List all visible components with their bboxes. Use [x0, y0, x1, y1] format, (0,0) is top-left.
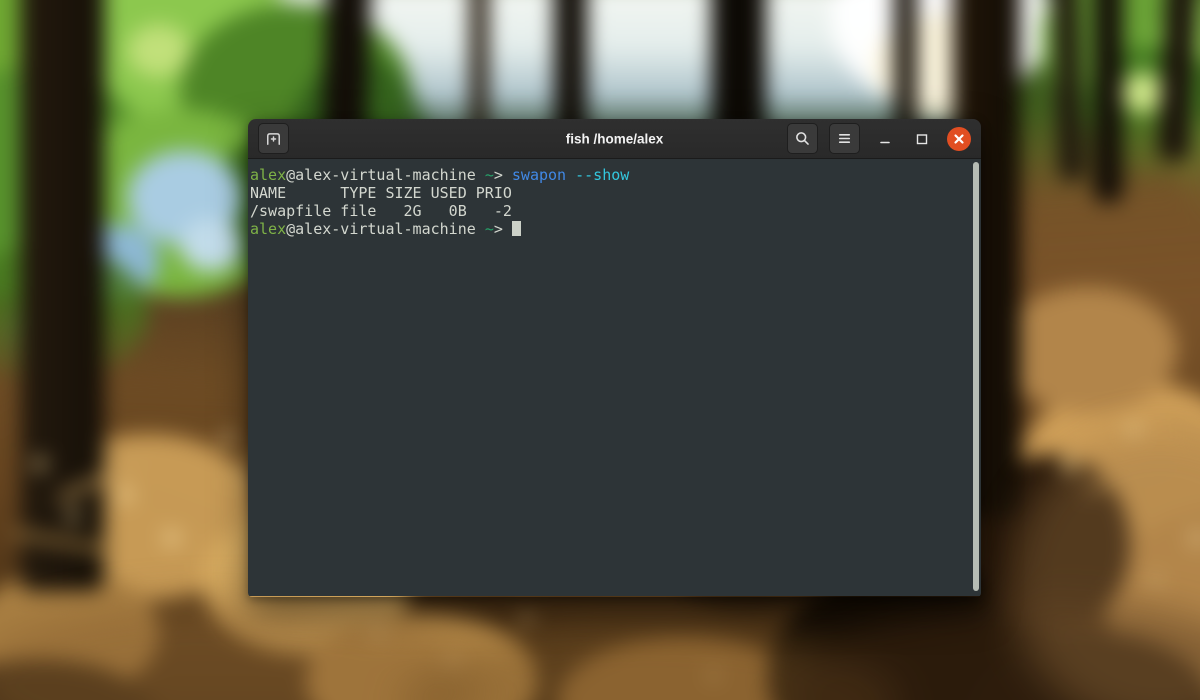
terminal-output: alex@alex-virtual-machine ~> swapon --sh… — [250, 166, 971, 238]
terminal-line: alex@alex-virtual-machine ~> — [250, 220, 971, 238]
desktop: fish /home/alex alex@alex-virtual-machin… — [0, 0, 1200, 700]
minimize-icon — [876, 130, 894, 148]
minimize-button[interactable] — [873, 127, 897, 151]
maximize-button[interactable] — [910, 127, 934, 151]
terminal-line: NAME TYPE SIZE USED PRIO — [250, 184, 512, 202]
tab-new-icon — [265, 130, 282, 147]
menu-button[interactable] — [829, 123, 860, 154]
close-icon — [948, 128, 970, 150]
hamburger-menu-icon — [836, 130, 853, 147]
terminal-line: alex@alex-virtual-machine ~> swapon --sh… — [250, 166, 630, 184]
terminal-scrollbar[interactable] — [973, 162, 979, 591]
terminal-cursor — [511, 221, 521, 236]
titlebar[interactable]: fish /home/alex — [248, 119, 981, 159]
new-tab-button[interactable] — [258, 123, 289, 154]
search-button[interactable] — [787, 123, 818, 154]
terminal-window: fish /home/alex alex@alex-virtual-machin… — [248, 119, 981, 597]
terminal-content[interactable]: alex@alex-virtual-machine ~> swapon --sh… — [248, 159, 981, 596]
search-icon — [794, 130, 811, 147]
wallpaper-fg-blob — [1010, 430, 1200, 700]
maximize-icon — [913, 130, 931, 148]
close-button[interactable] — [947, 126, 971, 151]
terminal-line: /swapfile file 2G 0B -2 — [250, 202, 512, 220]
window-title: fish /home/alex — [565, 131, 664, 146]
